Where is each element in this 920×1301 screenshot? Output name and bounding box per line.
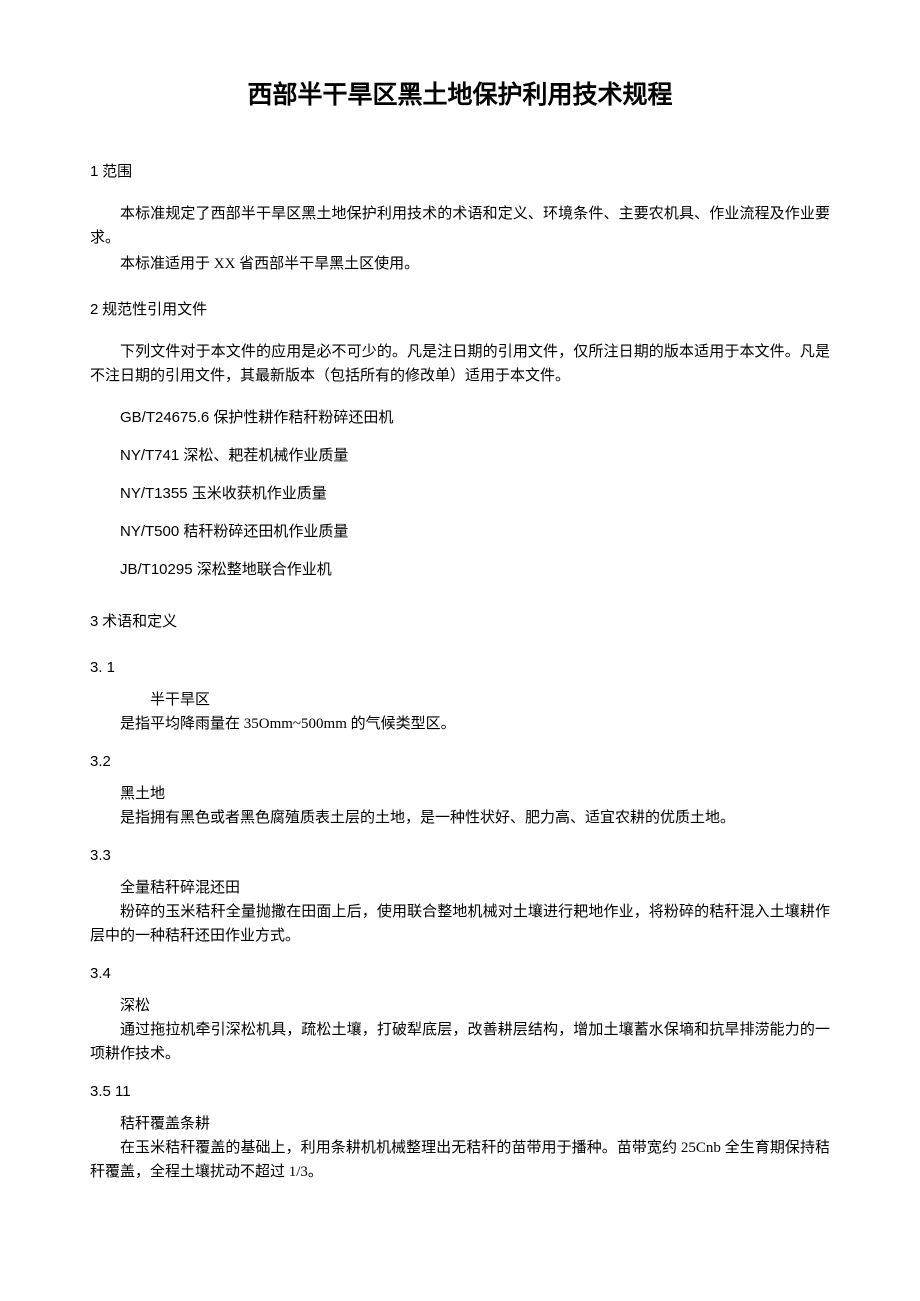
term-3-1-def: 是指平均降雨量在 35Omm~500mm 的气候类型区。 — [120, 712, 830, 736]
term-3-4-name: 深松 — [90, 994, 830, 1018]
reference-title: 玉米收获机作业质量 — [192, 486, 327, 502]
reference-code: NY/T741 — [120, 447, 179, 464]
section-1-label: 范围 — [102, 164, 132, 180]
document-title: 西部半干旱区黑土地保护利用技术规程 — [90, 75, 830, 115]
section-2-num: 2 — [90, 301, 98, 318]
subsection-3-2-num: 3.2 — [90, 750, 830, 774]
reference-title: 深松整地联合作业机 — [197, 562, 332, 578]
term-3-5-name: 秸秆覆盖条耕 — [90, 1112, 830, 1136]
section-1-num: 1 — [90, 163, 98, 180]
term-3-2-name: 黑土地 — [90, 782, 830, 806]
section-1-heading: 1 范围 — [90, 160, 830, 184]
term-3-3-def: 粉碎的玉米秸秆全量抛撒在田面上后，使用联合整地机械对土壤进行耙地作业，将粉碎的秸… — [90, 900, 830, 948]
term-3-1-name: 半干旱区 — [120, 688, 830, 712]
term-3-3-name: 全量秸秆碎混还田 — [90, 876, 830, 900]
section-3-label: 术语和定义 — [102, 614, 177, 630]
subsection-3-1-num: 3. 1 — [90, 656, 830, 680]
term-3-5-def: 在玉米秸秆覆盖的基础上，利用条耕机机械整理出无秸秆的苗带用于播种。苗带宽约 25… — [90, 1136, 830, 1184]
section-1-para-1: 本标准规定了西部半干旱区黑土地保护利用技术的术语和定义、环境条件、主要农机具、作… — [90, 202, 830, 250]
subsection-3-5-num: 3.5 11 — [90, 1080, 830, 1104]
section-2-heading: 2 规范性引用文件 — [90, 298, 830, 322]
reference-title: 保护性耕作秸秆粉碎还田机 — [213, 410, 393, 426]
section-3-num: 3 — [90, 613, 98, 630]
reference-code: NY/T500 — [120, 523, 179, 540]
term-3-4-def: 通过拖拉机牵引深松机具，疏松土壤，打破犁底层，改善耕层结构，增加土壤蓄水保墒和抗… — [90, 1018, 830, 1066]
reference-item: GB/T24675.6 保护性耕作秸秆粉碎还田机 — [90, 406, 830, 430]
section-1-para-2: 本标准适用于 XX 省西部半干旱黑土区使用。 — [90, 252, 830, 276]
section-3-heading: 3 术语和定义 — [90, 610, 830, 634]
section-2-label: 规范性引用文件 — [102, 302, 207, 318]
reference-item: NY/T741 深松、耙茬机械作业质量 — [90, 444, 830, 468]
reference-title: 深松、耙茬机械作业质量 — [183, 448, 348, 464]
reference-title: 秸秆粉碎还田机作业质量 — [183, 524, 348, 540]
section-2-para-1: 下列文件对于本文件的应用是必不可少的。凡是注日期的引用文件，仅所注日期的版本适用… — [90, 340, 830, 388]
subsection-3-3-num: 3.3 — [90, 844, 830, 868]
term-3-2-def: 是指拥有黑色或者黑色腐殖质表土层的土地，是一种性状好、肥力高、适宜农耕的优质土地… — [90, 806, 830, 830]
reference-code: GB/T24675.6 — [120, 409, 209, 426]
reference-item: NY/T500 秸秆粉碎还田机作业质量 — [90, 520, 830, 544]
reference-code: JB/T10295 — [120, 561, 193, 578]
reference-code: NY/T1355 — [120, 485, 188, 502]
reference-item: JB/T10295 深松整地联合作业机 — [90, 558, 830, 582]
subsection-3-4-num: 3.4 — [90, 962, 830, 986]
reference-item: NY/T1355 玉米收获机作业质量 — [90, 482, 830, 506]
